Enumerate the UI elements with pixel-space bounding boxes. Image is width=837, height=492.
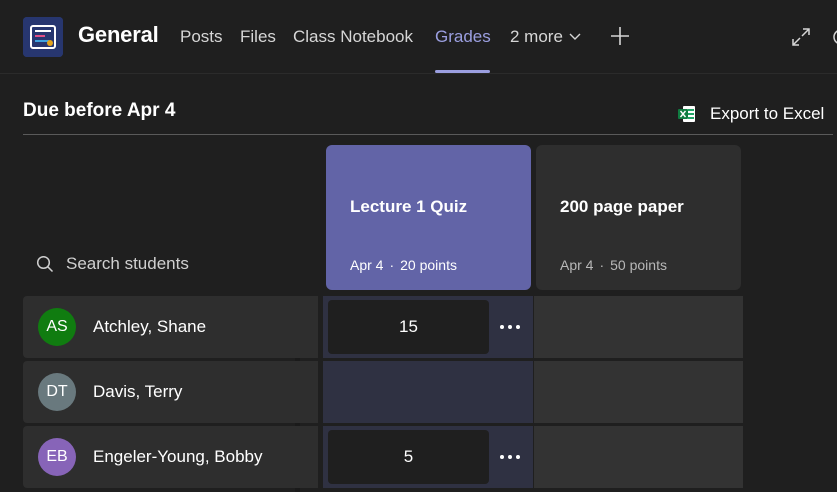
- student-cell[interactable]: DT Davis, Terry: [23, 361, 318, 423]
- assignment-meta: Apr 4 · 20 points: [350, 257, 457, 273]
- avatar: AS: [38, 308, 76, 346]
- table-row: AS Atchley, Shane 15: [23, 296, 743, 358]
- grade-cell[interactable]: [323, 361, 533, 423]
- active-tab-indicator: [435, 70, 490, 73]
- channel-title: General: [78, 22, 159, 47]
- search-students[interactable]: [36, 254, 266, 274]
- grade-cell[interactable]: [534, 361, 743, 423]
- app-logo: [23, 17, 63, 57]
- assignment-points: 20 points: [400, 257, 457, 273]
- table-row: EB Engeler-Young, Bobby 5: [23, 426, 743, 488]
- tab-more-dropdown[interactable]: 2 more: [510, 27, 581, 47]
- grade-cell: 5: [323, 426, 533, 488]
- chevron-down-icon: [569, 33, 581, 40]
- student-name: Davis, Terry: [93, 382, 183, 401]
- ellipsis-icon: [500, 325, 520, 329]
- tab-class-notebook[interactable]: Class Notebook: [293, 27, 413, 47]
- more-options-button[interactable]: [495, 446, 525, 468]
- assignment-title: 200 page paper: [560, 197, 684, 216]
- avatar: EB: [38, 438, 76, 476]
- refresh-icon[interactable]: [830, 26, 837, 48]
- plus-icon[interactable]: [608, 24, 632, 48]
- grade-cell[interactable]: [534, 296, 743, 358]
- student-cell[interactable]: AS Atchley, Shane: [23, 296, 318, 358]
- grade-cell[interactable]: [534, 426, 743, 488]
- assignment-points: 50 points: [610, 257, 667, 273]
- assignment-meta: Apr 4 · 50 points: [560, 257, 667, 273]
- assignment-date: Apr 4: [350, 257, 384, 273]
- student-cell[interactable]: EB Engeler-Young, Bobby: [23, 426, 318, 488]
- ellipsis-icon: [500, 455, 520, 459]
- grade-cell: 15: [323, 296, 533, 358]
- assignment-title: Lecture 1 Quiz: [350, 197, 468, 216]
- student-name: Atchley, Shane: [93, 317, 207, 336]
- tab-grades[interactable]: Grades: [435, 27, 491, 47]
- assignment-card-200-page-paper[interactable]: 200 page paper Apr 4 · 50 points: [536, 145, 741, 290]
- search-input[interactable]: [66, 254, 266, 274]
- export-to-excel-button[interactable]: Export to Excel: [678, 102, 824, 126]
- export-label: Export to Excel: [710, 104, 825, 123]
- student-name: Engeler-Young, Bobby: [93, 447, 263, 466]
- grade-input[interactable]: 5: [328, 430, 489, 484]
- table-row: DT Davis, Terry: [23, 361, 743, 423]
- tab-more-label: 2 more: [510, 27, 563, 46]
- assignment-card-lecture-1-quiz[interactable]: Lecture 1 Quiz Apr 4 · 20 points: [326, 145, 531, 290]
- more-options-button[interactable]: [495, 316, 525, 338]
- divider: [23, 134, 833, 135]
- tab-posts[interactable]: Posts: [180, 27, 223, 47]
- grade-input[interactable]: 15: [328, 300, 489, 354]
- search-icon: [36, 255, 54, 273]
- tab-files[interactable]: Files: [240, 27, 276, 47]
- top-bar: General Posts Files Class Notebook Grade…: [0, 0, 837, 74]
- avatar: DT: [38, 373, 76, 411]
- excel-icon: [678, 106, 695, 122]
- due-filter-title: Due before Apr 4: [23, 100, 176, 121]
- assignment-date: Apr 4: [560, 257, 594, 273]
- expand-icon[interactable]: [790, 26, 812, 48]
